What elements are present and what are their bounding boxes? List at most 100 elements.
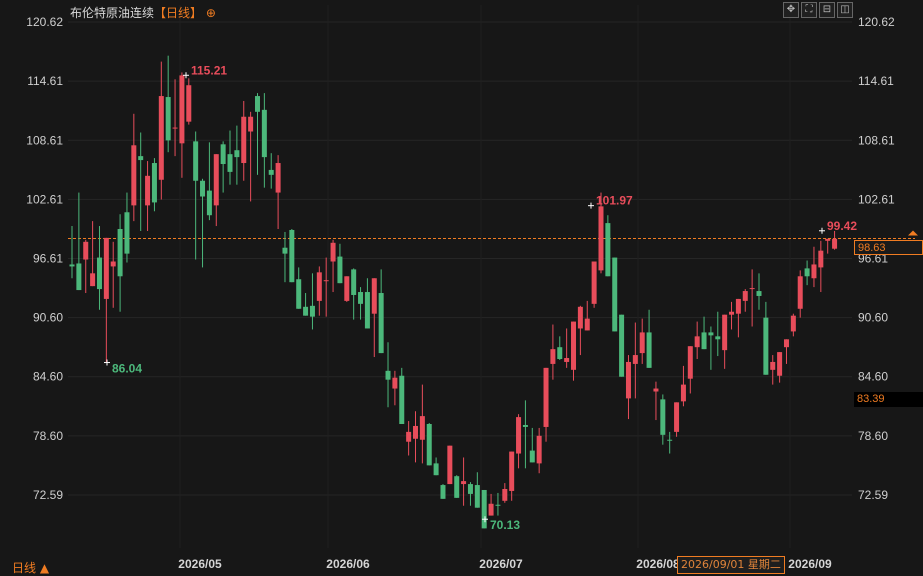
candle[interactable] [481,489,487,529]
candle[interactable] [110,241,116,308]
candle[interactable] [241,100,247,181]
candle[interactable] [729,301,735,330]
candle[interactable] [172,79,178,157]
candle[interactable] [467,482,473,506]
candle[interactable] [124,192,130,263]
candle[interactable] [632,322,638,399]
candle[interactable] [227,130,233,185]
candle[interactable] [797,270,803,318]
candle[interactable] [653,381,659,421]
candle[interactable] [756,273,762,310]
candle[interactable] [440,484,446,499]
candle[interactable] [413,411,418,463]
candle[interactable] [529,427,535,463]
period-selector[interactable]: 日线 ▲ [12,559,49,576]
candle[interactable] [694,321,700,359]
candle[interactable] [495,492,501,516]
circle-plus-icon[interactable]: ⊕ [206,6,216,20]
candle[interactable] [667,431,673,454]
candle[interactable] [426,423,432,466]
candle[interactable] [625,355,631,420]
candle[interactable] [330,239,336,293]
candle[interactable] [674,402,680,437]
candle[interactable] [680,365,686,407]
candle[interactable] [660,394,666,445]
candle[interactable] [220,141,226,193]
candle[interactable] [158,61,164,200]
candle[interactable] [591,261,597,308]
candle[interactable] [550,324,556,380]
candle[interactable] [461,457,467,506]
candle[interactable] [708,326,714,370]
move-icon[interactable]: ✥ [783,2,799,18]
candle[interactable] [151,158,157,212]
candle[interactable] [811,246,817,288]
candle[interactable] [344,276,350,302]
candle[interactable] [90,221,96,287]
fit-icon[interactable]: ◫ [837,2,853,18]
candle[interactable] [234,125,240,185]
candle[interactable] [419,384,425,464]
candle[interactable] [516,414,522,469]
candle[interactable] [701,316,707,350]
candle[interactable] [447,445,453,485]
candle[interactable] [777,352,783,383]
candle[interactable] [474,472,480,508]
candle[interactable] [282,231,288,283]
zoom-out-icon[interactable]: ⊟ [819,2,835,18]
candle[interactable] [619,314,625,377]
candle[interactable] [193,131,199,260]
candle[interactable] [364,278,370,329]
candle[interactable] [186,78,192,125]
candle[interactable] [303,293,309,316]
candle[interactable] [522,400,528,469]
candle[interactable] [406,421,412,456]
candle[interactable] [96,226,102,310]
candle[interactable] [138,132,144,231]
candle[interactable] [385,342,391,408]
candle[interactable] [83,239,89,294]
candle[interactable] [639,318,645,364]
candle[interactable] [790,313,796,337]
candlestick-chart[interactable]: 120.62 120.62 114.61 114.61 108.61 108.61 102.… [0,0,923,576]
candle[interactable] [165,55,171,153]
candle[interactable] [454,475,460,498]
candle[interactable] [117,214,123,312]
candle[interactable] [742,289,748,312]
candle[interactable] [69,226,75,279]
candle[interactable] [804,260,810,286]
period-tag[interactable]: 【日线】 [154,6,202,20]
candle[interactable] [309,273,315,330]
candle[interactable] [783,339,789,364]
candle[interactable] [605,215,611,277]
candle[interactable] [76,192,82,291]
candle[interactable] [564,328,570,368]
candle[interactable] [509,451,515,501]
candle[interactable] [103,237,109,363]
fullscreen-icon[interactable]: ⛶ [801,2,817,18]
candle[interactable] [358,287,364,320]
candle[interactable] [378,269,384,354]
candle[interactable] [316,266,322,316]
candle[interactable] [818,240,824,293]
candle[interactable] [392,370,398,406]
candle[interactable] [261,93,267,188]
candle[interactable] [268,153,274,189]
candle[interactable] [399,367,405,424]
candle[interactable] [213,154,219,227]
candle[interactable] [577,305,583,356]
candle[interactable] [687,346,693,394]
candle[interactable] [557,336,563,360]
candle[interactable] [131,113,137,222]
candle[interactable] [145,161,151,231]
candle[interactable] [206,142,212,221]
candle[interactable] [248,111,254,202]
candle[interactable] [337,243,343,284]
candle[interactable] [825,238,831,254]
candle[interactable] [502,483,508,503]
candle[interactable] [275,155,281,230]
candle[interactable] [543,367,549,442]
candle[interactable] [488,493,494,516]
candle[interactable] [722,314,728,369]
candle[interactable] [536,427,542,474]
